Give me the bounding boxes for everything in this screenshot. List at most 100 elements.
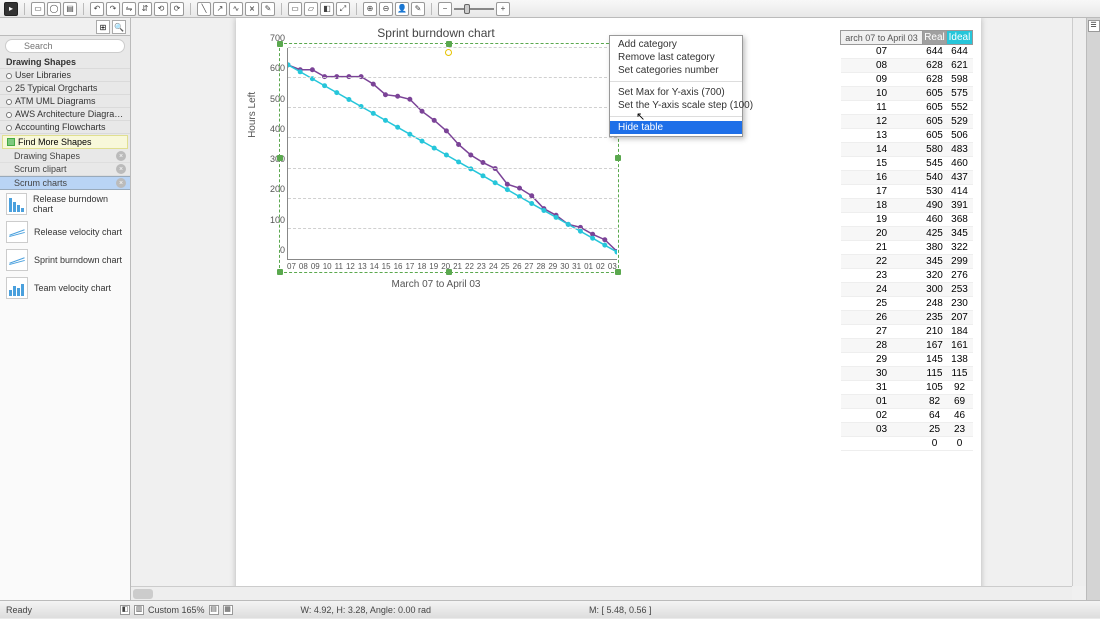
table-row: 032523: [841, 423, 973, 437]
tool-select[interactable]: ▸: [4, 2, 18, 16]
tool-undo[interactable]: ↶: [90, 2, 104, 16]
table-row: 24300253: [841, 283, 973, 297]
status-zoom: Custom 165%: [148, 605, 205, 615]
table-row: 08628621: [841, 59, 973, 73]
vertical-scrollbar[interactable]: [1072, 18, 1086, 586]
tool-flip-v[interactable]: ⇵: [138, 2, 152, 16]
panel-collapse-icon[interactable]: ☰: [1088, 20, 1100, 32]
table-row: 14580483: [841, 143, 973, 157]
lib-uml[interactable]: ATM UML Diagrams: [0, 95, 130, 108]
ctx-set-step-y[interactable]: Set the Y-axis scale step (100): [610, 99, 742, 112]
tool-align-4[interactable]: ⤢: [336, 2, 350, 16]
tool-polyline[interactable]: ⩙: [245, 2, 259, 16]
tool-align-2[interactable]: ▱: [304, 2, 318, 16]
chart-plot-area: [287, 48, 617, 260]
pencil-icon[interactable]: ✎: [411, 2, 425, 16]
close-icon[interactable]: ×: [116, 164, 126, 174]
zoom-in-icon[interactable]: ⊕: [363, 2, 377, 16]
tool-align-3[interactable]: ◧: [320, 2, 334, 16]
thumb-release-burndown[interactable]: Release burndown chart: [0, 190, 130, 218]
chart-object[interactable]: Sprint burndown chart Hours Left 0100200…: [251, 26, 621, 296]
chart-ylabel: Hours Left: [247, 92, 258, 138]
chart-title: Sprint burndown chart: [251, 26, 621, 40]
horizontal-scrollbar[interactable]: [131, 586, 1072, 600]
lib-orgcharts[interactable]: 25 Typical Orgcharts: [0, 82, 130, 95]
thumb-team-velocity[interactable]: Team velocity chart: [0, 274, 130, 302]
table-row: 11605552: [841, 101, 973, 115]
table-row: 07644644: [841, 45, 973, 59]
tool-rotate-l[interactable]: ⟲: [154, 2, 168, 16]
table-row: 026446: [841, 409, 973, 423]
table-row: 30115115: [841, 367, 973, 381]
x-axis-ticks: 0708091011121314151617181920212223242526…: [287, 262, 617, 274]
ctx-set-count[interactable]: Set categories number: [610, 64, 742, 77]
ctx-set-max-y[interactable]: Set Max for Y-axis (700): [610, 86, 742, 99]
table-row: 29145138: [841, 353, 973, 367]
chart-data-table: arch 07 to April 03 Real Ideal 076446440…: [840, 30, 973, 451]
zoom-minus[interactable]: −: [438, 2, 452, 16]
table-row: 15545460: [841, 157, 973, 171]
y-axis-ticks: 0100200300400500600700: [261, 48, 287, 260]
table-header-ideal: Ideal: [947, 31, 973, 45]
canvas-area[interactable]: Sprint burndown chart Hours Left 0100200…: [131, 18, 1086, 600]
table-row: 13605506: [841, 129, 973, 143]
ctx-remove-last[interactable]: Remove last category: [610, 51, 742, 64]
lib-aws[interactable]: AWS Architecture Diagrams: [0, 108, 130, 121]
lib-drawing-shapes[interactable]: Drawing Shapes: [0, 56, 130, 69]
zoom-btn-2[interactable]: ▥: [134, 605, 144, 615]
subgroup-scrum-clipart[interactable]: Scrum clipart×: [0, 163, 130, 176]
table-row: 20425345: [841, 227, 973, 241]
thumb-sprint-burndown[interactable]: Sprint burndown chart: [0, 246, 130, 274]
zoom-slider[interactable]: [454, 8, 494, 10]
tab-grid-icon[interactable]: ⊞: [96, 20, 110, 34]
lib-user[interactable]: User Libraries: [0, 69, 130, 82]
tool-line[interactable]: ╲: [197, 2, 211, 16]
zoom-btn-3[interactable]: ▤: [209, 605, 219, 615]
search-input[interactable]: [5, 39, 125, 53]
tool-flip-h[interactable]: ⇋: [122, 2, 136, 16]
table-row: 16540437: [841, 171, 973, 185]
table-row: 09628598: [841, 73, 973, 87]
plus-square-icon: [7, 138, 15, 146]
context-menu: Add category Remove last category Set ca…: [609, 35, 743, 137]
tool-pen[interactable]: ✎: [261, 2, 275, 16]
ctx-add-category[interactable]: Add category: [610, 38, 742, 51]
user-icon[interactable]: 👤: [395, 2, 409, 16]
sidebar: ⊞ 🔍 Drawing Shapes User Libraries 25 Typ…: [0, 18, 131, 600]
find-more-shapes[interactable]: Find More Shapes: [2, 135, 128, 149]
zoom-out-icon[interactable]: ⊖: [379, 2, 393, 16]
tool-align-1[interactable]: ▭: [288, 2, 302, 16]
zoom-btn-1[interactable]: ◧: [120, 605, 130, 615]
table-header-daterange: arch 07 to April 03: [841, 31, 923, 45]
close-icon[interactable]: ×: [116, 178, 126, 188]
table-row: 28167161: [841, 339, 973, 353]
subgroup-scrum-charts[interactable]: Scrum charts×: [0, 176, 130, 190]
library-list: Drawing Shapes User Libraries 25 Typical…: [0, 56, 130, 134]
table-row: 23320276: [841, 269, 973, 283]
status-ready: Ready: [6, 605, 32, 615]
zoom-btn-4[interactable]: ▦: [223, 605, 233, 615]
close-icon[interactable]: ×: [116, 151, 126, 161]
table-row: 21380322: [841, 241, 973, 255]
table-row: 19460368: [841, 213, 973, 227]
tool-rotate-r[interactable]: ⟳: [170, 2, 184, 16]
toolbar: ▸ ▭ ◯ ▤ ↶ ↷ ⇋ ⇵ ⟲ ⟳ ╲ ↗ ∿ ⩙ ✎ ▭ ▱ ◧ ⤢ ⊕ …: [0, 0, 1100, 18]
tool-ellipse[interactable]: ◯: [47, 2, 61, 16]
tool-rect[interactable]: ▭: [31, 2, 45, 16]
zoom-plus[interactable]: +: [496, 2, 510, 16]
chart-thumbs: Release burndown chart Release velocity …: [0, 190, 130, 600]
status-bar: Ready ◧ ▥ Custom 165% ▤ ▦ W: 4.92, H: 3.…: [0, 600, 1100, 618]
tool-arrow[interactable]: ↗: [213, 2, 227, 16]
tab-search-icon[interactable]: 🔍: [112, 20, 126, 34]
thumb-release-velocity[interactable]: Release velocity chart: [0, 218, 130, 246]
tool-curve[interactable]: ∿: [229, 2, 243, 16]
table-row: 018269: [841, 395, 973, 409]
ctx-hide-table[interactable]: Hide table: [610, 121, 742, 134]
table-row: 17530414: [841, 185, 973, 199]
subgroup-drawing-shapes[interactable]: Drawing Shapes×: [0, 150, 130, 163]
status-mouse: M: [ 5.48, 0.56 ]: [589, 605, 652, 615]
tool-connector[interactable]: ▤: [63, 2, 77, 16]
tool-redo[interactable]: ↷: [106, 2, 120, 16]
lib-accounting[interactable]: Accounting Flowcharts: [0, 121, 130, 134]
table-row: 10605575: [841, 87, 973, 101]
